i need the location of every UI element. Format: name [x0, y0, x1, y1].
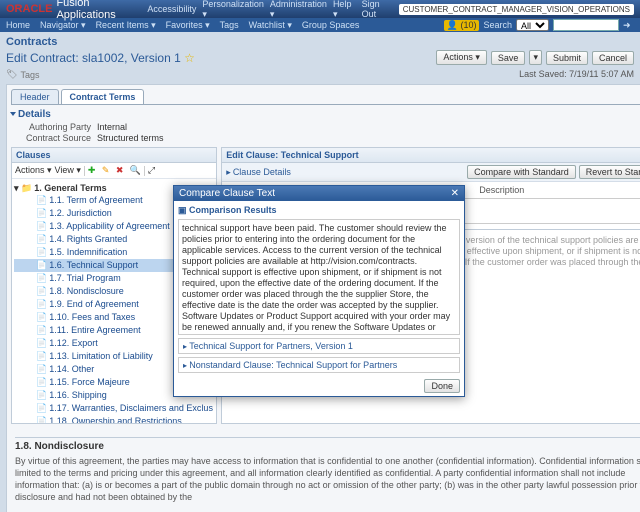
link-personalization[interactable]: Personalization ▾ — [202, 0, 264, 20]
nav-groups[interactable]: Group Spaces — [302, 20, 360, 30]
search-input[interactable] — [553, 19, 619, 31]
nav-recent[interactable]: Recent Items ▾ — [96, 20, 156, 31]
global-header: ORACLE Fusion Applications Accessibility… — [0, 0, 640, 18]
main-panel: Header Contract Terms Details Authoring … — [6, 84, 640, 512]
delete-icon[interactable]: ✖ — [116, 165, 127, 176]
link-administration[interactable]: Administration ▾ — [270, 0, 327, 20]
expand-icon[interactable]: ⤢ — [148, 165, 159, 176]
save-button[interactable]: Save — [491, 51, 526, 65]
user-role: CUSTOMER_CONTRACT_MANAGER_VISION_OPERATI… — [399, 4, 634, 15]
link-signout[interactable]: Sign Out — [362, 0, 393, 19]
last-saved: Last Saved: 7/19/11 5:07 AM — [519, 69, 634, 79]
user-badge[interactable]: 👤 (10) — [444, 20, 480, 31]
nav-bar: Home Navigator ▾ Recent Items ▾ Favorite… — [0, 18, 640, 32]
nav-watchlist[interactable]: Watchlist ▾ — [249, 20, 292, 31]
link-help[interactable]: Help ▾ — [333, 0, 356, 20]
expand-nonstandard[interactable]: Nonstandard Clause: Technical Support fo… — [178, 357, 460, 373]
chevron-down-icon[interactable] — [10, 112, 16, 116]
edit-icon[interactable]: ✎ — [102, 165, 113, 176]
clauses-title: Clauses — [16, 150, 51, 160]
top-links: Accessibility Personalization ▾ Administ… — [147, 0, 634, 20]
search-scope[interactable]: All — [516, 19, 549, 31]
compare-clause-dialog: Compare Clause Text✕ ▣ Comparison Result… — [173, 185, 465, 397]
revert-standard-button[interactable]: Revert to Standard — [579, 165, 640, 179]
tab-contract-terms[interactable]: Contract Terms — [61, 89, 145, 104]
breadcrumb: Contracts — [6, 36, 634, 48]
tags-link[interactable]: 🏷 Tags — [6, 69, 39, 80]
tree-node[interactable]: 📄1.18. Ownership and Restrictions — [14, 415, 214, 423]
close-icon[interactable]: ✕ — [451, 188, 459, 199]
nondisclosure-heading: 1.8. Nondisclosure — [15, 441, 640, 453]
dialog-title: Compare Clause Text — [179, 188, 275, 199]
nondisclosure-section: 1.8. Nondisclosure By virtue of this agr… — [11, 430, 640, 507]
authoring-party-value: Internal — [97, 122, 127, 132]
clauses-view-menu[interactable]: View ▾ — [55, 165, 81, 176]
favorite-star-icon[interactable]: ☆ — [184, 51, 195, 65]
brand-oracle: ORACLE — [6, 3, 52, 15]
authoring-party-label: Authoring Party — [11, 122, 91, 132]
page-title: Edit Contract: sla1002, Version 1 ☆ — [6, 51, 195, 65]
search-label: Search — [483, 20, 512, 30]
comparison-text[interactable]: technical support have been paid. The cu… — [178, 219, 460, 335]
description-label: Description — [464, 185, 524, 195]
zoom-icon[interactable]: 🔍 — [130, 165, 141, 176]
save-split-button[interactable]: ▾ — [529, 50, 542, 65]
contract-source-value: Structured terms — [97, 133, 164, 143]
nondisclosure-body: By virtue of this agreement, the parties… — [15, 455, 640, 503]
add-icon[interactable]: ✚ — [88, 165, 99, 176]
compare-standard-button[interactable]: Compare with Standard — [467, 165, 576, 179]
submit-button[interactable]: Submit — [546, 51, 588, 65]
nav-navigator[interactable]: Navigator ▾ — [40, 20, 86, 31]
details-section: Details Authoring PartyInternal Contract… — [11, 109, 640, 143]
link-accessibility[interactable]: Accessibility — [147, 4, 196, 14]
description-textarea[interactable] — [464, 198, 640, 224]
tree-node[interactable]: 📄1.17. Warranties, Disclaimers and Exclu… — [14, 402, 214, 415]
done-button[interactable]: Done — [424, 379, 460, 393]
nav-favorites[interactable]: Favorites ▾ — [166, 20, 210, 31]
cancel-button[interactable]: Cancel — [592, 51, 634, 65]
clause-details-label: Clause Details — [233, 167, 291, 177]
edit-clause-title: Edit Clause: Technical Support — [226, 150, 358, 160]
tab-header[interactable]: Header — [11, 89, 59, 104]
actions-menu[interactable]: Actions ▾ — [436, 50, 487, 65]
expand-version1[interactable]: Technical Support for Partners, Version … — [178, 338, 460, 354]
search-go-icon[interactable]: ➜ — [623, 20, 634, 31]
comparison-results-label: Comparison Results — [189, 205, 277, 215]
clauses-actions-menu[interactable]: Actions ▾ — [15, 165, 52, 176]
contract-source-label: Contract Source — [11, 133, 91, 143]
nav-tags[interactable]: Tags — [220, 20, 239, 30]
nav-home[interactable]: Home — [6, 20, 30, 30]
brand-fusion: Fusion Applications — [56, 0, 147, 21]
